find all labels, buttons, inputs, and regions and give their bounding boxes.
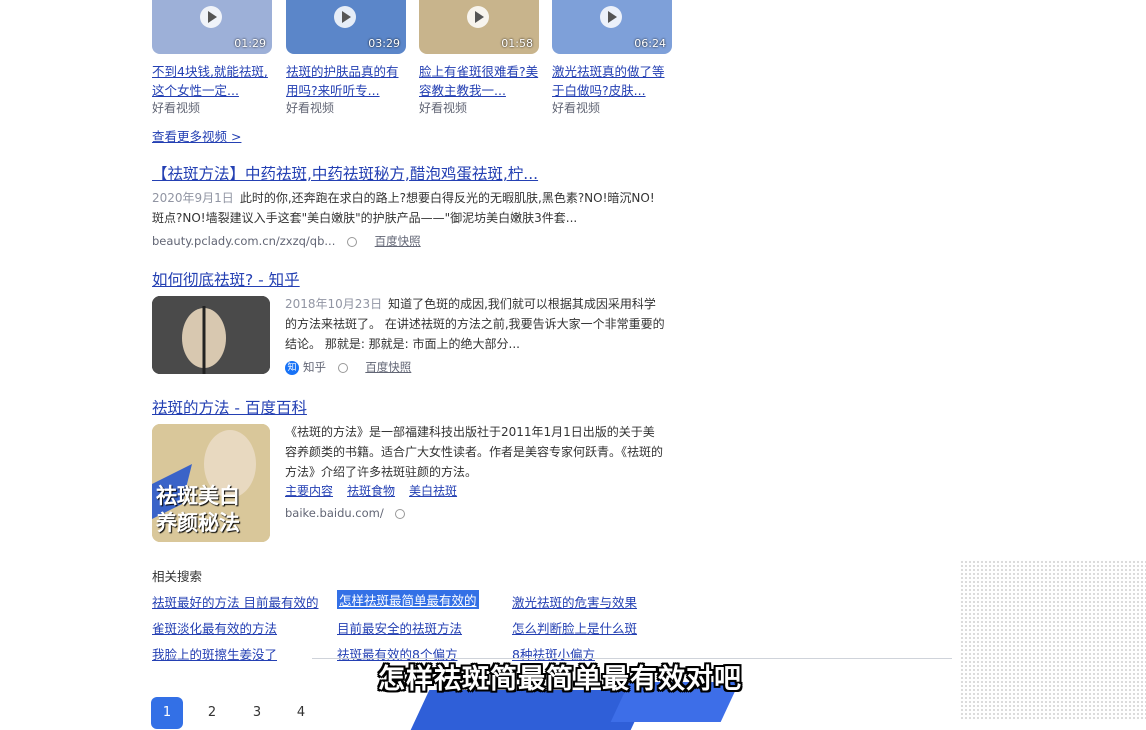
result-url[interactable]: beauty.pclady.com.cn/zxzq/qb... [152, 234, 335, 248]
result-url-line: beauty.pclady.com.cn/zxzq/qb... 百度快照 [152, 233, 421, 249]
video-thumbnail[interactable]: 03:29 [286, 0, 406, 54]
video-title[interactable]: 不到4块钱,就能祛斑,这个女性一定... [152, 62, 272, 100]
result-source[interactable]: 知乎 [303, 360, 326, 374]
related-search-link[interactable]: 祛斑最好的方法 目前最有效的 [152, 592, 318, 611]
video-source: 好看视频 [286, 101, 335, 115]
result-url[interactable]: baike.baidu.com/ [285, 506, 384, 520]
related-search-link[interactable]: 怎样祛斑最简单最有效的 [337, 590, 479, 609]
video-duration: 03:29 [368, 37, 400, 50]
sub-link[interactable]: 祛斑食物 [347, 484, 395, 498]
result-abstract: 《祛斑的方法》是一部福建科技出版社于2011年1月1日出版的关于美容养颜类的书籍… [285, 422, 665, 482]
play-icon [200, 6, 222, 28]
video-card[interactable]: 03:29 祛斑的护肤品真的有用吗?来听听专... 好看视频 [286, 0, 406, 116]
video-title[interactable]: 祛斑的护肤品真的有用吗?来听听专... [286, 62, 406, 100]
result-title[interactable]: 如何彻底祛斑? - 知乎 [152, 268, 300, 290]
snapshot-link[interactable]: 百度快照 [365, 360, 411, 374]
result-date: 2018年10月23日 [285, 297, 383, 311]
video-card[interactable]: 01:29 不到4块钱,就能祛斑,这个女性一定... 好看视频 [152, 0, 272, 116]
video-duration: 06:24 [634, 37, 666, 50]
more-videos-link[interactable]: 查看更多视频 > [152, 126, 241, 145]
snapshot-link[interactable]: 百度快照 [375, 234, 421, 248]
play-icon [334, 6, 356, 28]
related-search-link[interactable]: 怎么判断脸上是什么斑 [512, 618, 637, 637]
play-icon [467, 6, 489, 28]
related-searches-heading: 相关搜索 [152, 569, 203, 584]
video-card[interactable]: 06:24 激光祛斑真的做了等于白做吗?皮肤... 好看视频 [552, 0, 672, 116]
page-button-4[interactable]: 4 [285, 697, 317, 729]
video-source: 好看视频 [552, 101, 601, 115]
page-button-2[interactable]: 2 [196, 697, 228, 729]
related-search-link[interactable]: 雀斑淡化最有效的方法 [152, 618, 277, 637]
cache-icon [395, 508, 406, 519]
dither-pattern [960, 560, 1146, 720]
page-button-1[interactable]: 1 [151, 697, 183, 729]
result-thumbnail[interactable]: 祛斑美白 养颜秘法 [152, 424, 270, 542]
page-button-3[interactable]: 3 [241, 697, 273, 729]
video-title[interactable]: 脸上有雀斑很难看?美容教主教我一... [419, 62, 539, 100]
sub-link[interactable]: 主要内容 [285, 484, 333, 498]
related-search-link[interactable]: 我脸上的斑擦生姜没了 [152, 644, 277, 663]
result-title[interactable]: 【祛斑方法】中药祛斑,中药祛斑秘方,醋泡鸡蛋祛斑,柠... [152, 162, 538, 184]
video-thumbnail[interactable]: 01:58 [419, 0, 539, 54]
result-abstract: 2018年10月23日 知道了色斑的成因,我们就可以根据其成因采用科学的方法来祛斑… [285, 294, 665, 354]
video-thumbnail[interactable]: 06:24 [552, 0, 672, 54]
video-subtitle: 怎样祛斑简最简单最有效对吧 [378, 664, 742, 695]
cache-icon [337, 362, 348, 373]
video-source: 好看视频 [419, 101, 468, 115]
video-source: 好看视频 [152, 101, 201, 115]
result-url-line: baike.baidu.com/ [285, 506, 406, 520]
video-duration: 01:29 [234, 37, 266, 50]
book-cover-title: 祛斑美白 养颜秘法 [156, 483, 240, 535]
video-duration: 01:58 [501, 37, 533, 50]
play-icon [600, 6, 622, 28]
result-date: 2020年9月1日 [152, 191, 234, 205]
related-search-link[interactable]: 激光祛斑的危害与效果 [512, 592, 637, 611]
result-title[interactable]: 祛斑的方法 - 百度百科 [152, 396, 307, 418]
result-thumbnail[interactable] [152, 296, 270, 374]
abstract-text: 《祛斑的方法》是一部福建科技出版社于2011年1月1日出版的关于美容养颜类的书籍… [285, 425, 664, 479]
video-thumbnail[interactable]: 01:29 [152, 0, 272, 54]
result-url-line: 知知乎 百度快照 [285, 359, 411, 375]
overlay-banner [410, 690, 650, 730]
video-card[interactable]: 01:58 脸上有雀斑很难看?美容教主教我一... 好看视频 [419, 0, 539, 116]
result-abstract: 2020年9月1日 此时的你,还奔跑在求白的路上?想要白得反光的无暇肌肤,黑色素?… [152, 188, 662, 228]
zhihu-logo-icon: 知 [285, 360, 299, 375]
sub-links: 主要内容 祛斑食物 美白祛斑 [285, 482, 471, 499]
face-image-icon [152, 296, 270, 374]
cache-icon [347, 236, 358, 247]
video-title[interactable]: 激光祛斑真的做了等于白做吗?皮肤... [552, 62, 672, 100]
related-search-link[interactable]: 目前最安全的祛斑方法 [337, 618, 462, 637]
sub-link[interactable]: 美白祛斑 [409, 484, 457, 498]
